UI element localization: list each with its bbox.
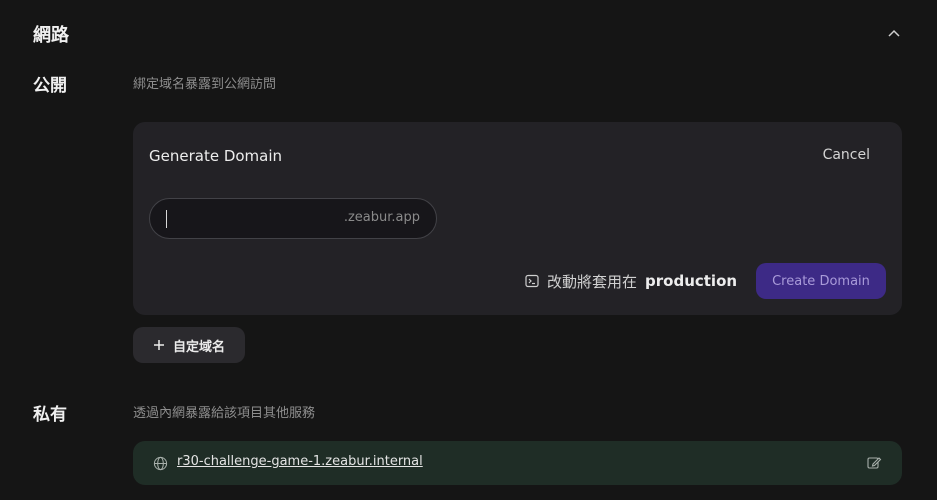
terminal-icon xyxy=(525,274,539,288)
environment-note: 改動將套用在 production xyxy=(525,271,737,291)
custom-domain-label: 自定域名 xyxy=(172,339,225,355)
globe-icon xyxy=(153,456,168,471)
internal-domain-bar: r30-challenge-game-1.zeabur.internal xyxy=(133,441,902,485)
cancel-button[interactable]: Cancel xyxy=(823,147,870,163)
network-settings-page: 網路 公開 綁定域名暴露到公網訪問 Generate Domain Cancel… xyxy=(0,0,937,500)
generate-domain-card: Generate Domain Cancel .zeabur.app 改動將套用… xyxy=(133,122,902,315)
collapse-button[interactable] xyxy=(884,24,904,42)
text-caret xyxy=(166,210,167,228)
section-title: 網路 xyxy=(33,25,69,46)
custom-domain-button[interactable]: 自定域名 xyxy=(133,327,245,363)
card-title: Generate Domain xyxy=(149,147,283,165)
private-description: 透過內網暴露給該項目其他服務 xyxy=(133,406,316,421)
public-label: 公開 xyxy=(33,76,67,96)
environment-name: production xyxy=(645,272,738,290)
chevron-up-icon xyxy=(888,29,900,37)
environment-note-prefix: 改動將套用在 xyxy=(547,272,638,291)
create-domain-button[interactable]: Create Domain xyxy=(756,263,886,299)
plus-icon xyxy=(153,340,164,350)
domain-input[interactable] xyxy=(172,199,332,238)
internal-host-link[interactable]: r30-challenge-game-1.zeabur.internal xyxy=(177,454,423,469)
edit-icon[interactable] xyxy=(866,455,882,471)
domain-suffix: .zeabur.app xyxy=(343,210,420,225)
public-description: 綁定域名暴露到公網訪問 xyxy=(133,77,277,92)
domain-input-wrapper: .zeabur.app xyxy=(149,198,437,239)
private-label: 私有 xyxy=(33,405,67,425)
